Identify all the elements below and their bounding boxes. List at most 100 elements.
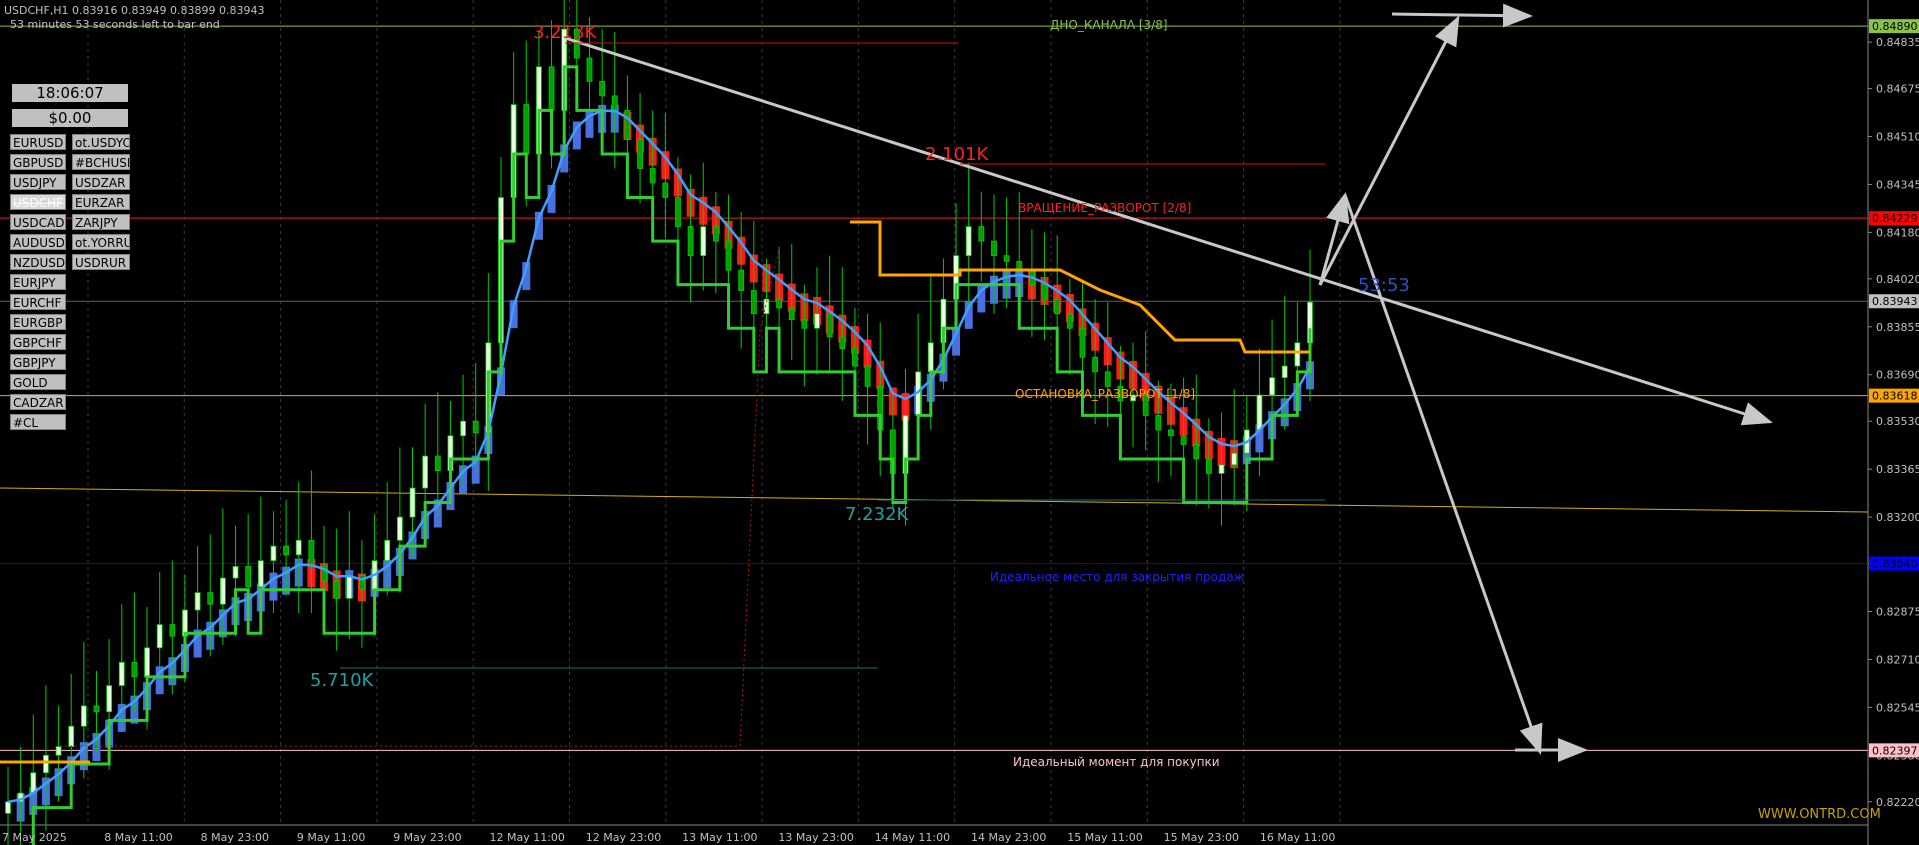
price-tick-label: 0.84835 <box>1876 36 1919 49</box>
candle-body <box>232 566 239 579</box>
symbol-button-usdjpy[interactable]: USDJPY <box>10 174 66 190</box>
symbol-button-eurzar[interactable]: EURZAR <box>72 194 130 210</box>
candle-body <box>1041 284 1048 300</box>
candle-body <box>396 516 403 541</box>
candle-body <box>1079 327 1086 358</box>
candle-body <box>5 801 11 814</box>
time-tick-label: 14 May 23:00 <box>971 831 1046 844</box>
vol-top-label: 3.213K <box>533 22 598 43</box>
vol-low-mid-label: 7.232K <box>845 504 910 525</box>
indicator-lines <box>0 65 1312 845</box>
candle-body <box>1066 313 1073 329</box>
candle-body <box>460 420 466 437</box>
bar-timer: 53 minutes 53 seconds left to bar end <box>10 18 220 31</box>
symbol-button-eurusd[interactable]: EURUSD <box>10 134 66 150</box>
symbol-button-gbpchf[interactable]: GBPCHF <box>10 334 66 350</box>
candle-body <box>776 298 782 309</box>
candle-body <box>611 95 618 111</box>
candle-body <box>156 624 163 649</box>
candle-body <box>68 725 75 747</box>
candle-body <box>384 539 391 562</box>
price-tick-label: 0.83855 <box>1876 321 1919 334</box>
candle-body <box>30 772 37 794</box>
candle-body <box>675 197 681 227</box>
chart-title: USDCHF,H1 0.83916 0.83949 0.83899 0.8394… <box>4 4 265 17</box>
candle-body <box>1193 444 1200 460</box>
price-tick-label: 0.84345 <box>1876 178 1919 191</box>
watermark-label: WWW.ONTRD.COM <box>1758 807 1881 822</box>
symbol-button-bchusd[interactable]: #BCHUSD <box>72 154 130 170</box>
candle-body <box>359 574 365 591</box>
price-label-text: 0.83040 <box>1872 558 1918 571</box>
candle-body <box>687 226 694 257</box>
candle-body <box>1269 377 1275 396</box>
candle-body <box>55 746 62 756</box>
rotation-reversal-label: ВРАЩЕНИЕ_РАЗВОРОТ [2/8] <box>1018 201 1191 215</box>
candle-body <box>1003 255 1010 262</box>
candles <box>5 0 1313 845</box>
candle-body <box>523 104 530 155</box>
candle-body <box>295 539 302 556</box>
candle-body <box>586 57 593 82</box>
time-tick-label: 7 May 2025 <box>2 831 67 844</box>
chart-canvas[interactable]: 3.213K 2.101K 5.710K 7.232K 53:53 ДНО_КАНАЛА … <box>0 0 1919 845</box>
forecast-arrow <box>1391 3 1533 28</box>
forecast-arrow <box>1318 192 1350 286</box>
candle-body <box>409 487 416 518</box>
symbol-button-eurjpy[interactable]: EURJPY <box>10 274 66 290</box>
symbol-button-zarjpy[interactable]: ZARJPY <box>72 214 130 230</box>
candle-body <box>637 139 643 169</box>
candle-body <box>978 226 985 242</box>
candle-body <box>738 269 745 291</box>
candle-body <box>1256 394 1263 431</box>
candle-body <box>801 319 808 329</box>
symbol-button-eurgbp[interactable]: EURGBP <box>10 314 66 330</box>
candle-body <box>1104 371 1111 387</box>
symbol-button-audusd[interactable]: AUDUSD <box>10 234 66 250</box>
symbol-button-usdrur[interactable]: USDRUR <box>72 254 130 270</box>
symbol-button-gbpjpy[interactable]: GBPJPY <box>10 354 66 370</box>
candle-body <box>700 226 707 257</box>
symbol-button-gbpusd[interactable]: GBPUSD <box>10 154 66 170</box>
candle-body <box>131 661 138 678</box>
candle-body <box>245 566 252 588</box>
time-tick-label: 14 May 11:00 <box>875 831 950 844</box>
candle-body <box>624 109 631 140</box>
symbol-button-usdchf[interactable]: USDCHF <box>10 194 66 210</box>
symbol-button-usdzar[interactable]: USDZAR <box>72 174 130 190</box>
candle-body <box>422 455 429 489</box>
symbol-button-otusdyo[interactable]: ot.USDYO <box>72 134 130 150</box>
symbol-button-cadzar[interactable]: CADZAR <box>10 394 66 410</box>
price-label-text: 0.84229 <box>1872 212 1918 225</box>
forecast-arrows <box>564 3 1773 762</box>
candle-body <box>548 66 555 111</box>
ideal-buy-label: Идеальный момент для покупки <box>1013 755 1220 769</box>
price-tick-label: 0.82875 <box>1876 605 1919 618</box>
price-tick-label: 0.83690 <box>1876 369 1919 382</box>
price-tick-label: 0.83200 <box>1876 511 1919 524</box>
balance-display: $0.00 <box>12 109 128 127</box>
candle-body <box>1168 429 1174 437</box>
vol-low-left-label: 5.710K <box>310 670 375 691</box>
stop-reversal-label: ОСТАНОВКА_РАЗВОРОТ [1/8] <box>1015 387 1195 401</box>
candle-body <box>725 240 732 271</box>
clock-display: 18:06:07 <box>12 84 128 102</box>
candle-body <box>826 313 833 338</box>
time-tick-label: 16 May 11:00 <box>1260 831 1335 844</box>
stop-dotted-line <box>60 244 781 747</box>
symbol-button-nzdusd[interactable]: NZDUSD <box>10 254 66 270</box>
time-tick-label: 13 May 23:00 <box>778 831 853 844</box>
symbol-button-cl[interactable]: #CL <box>10 414 66 430</box>
symbol-button-otyorru[interactable]: ot.YORRU <box>72 234 130 250</box>
price-label-text: 0.83943 <box>1872 295 1918 308</box>
time-tick-label: 13 May 11:00 <box>682 831 757 844</box>
candle-body <box>927 342 934 373</box>
symbol-button-usdcad[interactable]: USDCAD <box>10 214 66 230</box>
channel-bottom-label: ДНО_КАНАЛА [3/8] <box>1050 18 1168 32</box>
symbol-button-gold[interactable]: GOLD <box>10 374 66 390</box>
time-tick-label: 15 May 23:00 <box>1164 831 1239 844</box>
symbol-button-eurchf[interactable]: EURCHF <box>10 294 66 310</box>
price-tick-label: 0.83530 <box>1876 415 1919 428</box>
candle-body <box>270 545 277 562</box>
candle-body <box>346 574 353 599</box>
